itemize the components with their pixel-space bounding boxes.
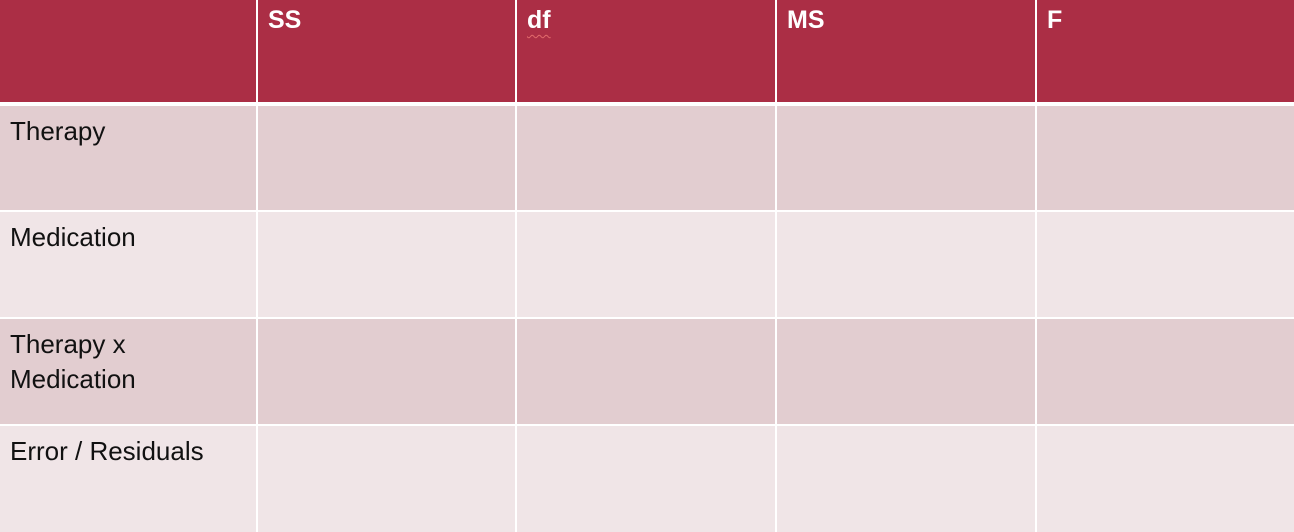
cell-interaction-ss: [256, 317, 516, 425]
cell-error-ms: [775, 424, 1036, 532]
row-label-interaction: Therapy x Medication: [0, 317, 257, 425]
header-cell-ss: SS: [256, 0, 516, 106]
table-row: Medication: [0, 210, 1294, 318]
row-label-therapy: Therapy: [0, 104, 257, 211]
header-df-text: df: [527, 6, 551, 34]
row-label-medication: Medication: [0, 210, 257, 318]
row-label-error: Error / Residuals: [0, 424, 257, 532]
table-row: Therapy: [0, 104, 1294, 211]
cell-error-ss: [256, 424, 516, 532]
header-cell-f: F: [1035, 0, 1294, 106]
cell-error-f: [1035, 424, 1294, 532]
cell-therapy-ss: [256, 104, 516, 211]
cell-therapy-ms: [775, 104, 1036, 211]
cell-interaction-df: [515, 317, 776, 425]
header-cell-ms: MS: [775, 0, 1036, 106]
cell-therapy-f: [1035, 104, 1294, 211]
table-row: Error / Residuals: [0, 424, 1294, 532]
cell-medication-ss: [256, 210, 516, 318]
cell-therapy-df: [515, 104, 776, 211]
header-row: SS df MS F: [0, 0, 1294, 106]
table-row: Therapy x Medication: [0, 317, 1294, 425]
cell-medication-f: [1035, 210, 1294, 318]
cell-interaction-ms: [775, 317, 1036, 425]
cell-interaction-f: [1035, 317, 1294, 425]
cell-medication-df: [515, 210, 776, 318]
header-cell-df: df: [515, 0, 776, 106]
anova-table: SS df MS F Therapy Medication Therapy x …: [0, 0, 1294, 532]
header-cell-empty: [0, 0, 257, 106]
cell-error-df: [515, 424, 776, 532]
cell-medication-ms: [775, 210, 1036, 318]
